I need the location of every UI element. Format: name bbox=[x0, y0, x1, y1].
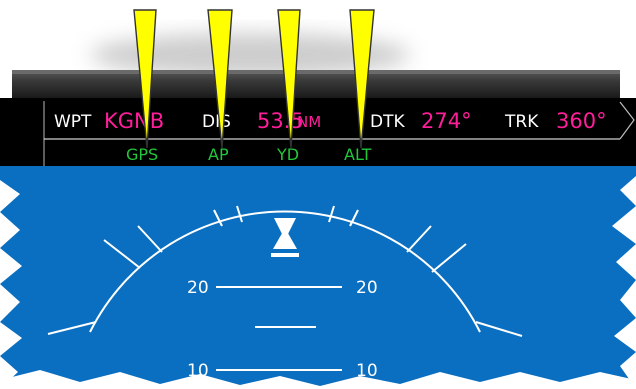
wpt-value: KGNB bbox=[104, 109, 164, 133]
pitch-label-left-20: 20 bbox=[187, 278, 209, 298]
nav-bar bbox=[0, 98, 636, 166]
wpt-label: WPT bbox=[54, 112, 92, 132]
trk-label: TRK bbox=[504, 112, 539, 132]
pitch-label-left-10: 10 bbox=[187, 361, 209, 381]
dtk-label: DTK bbox=[370, 112, 405, 132]
pitch-label-right-10: 10 bbox=[356, 361, 378, 381]
annunciator-gps: GPS bbox=[126, 145, 158, 164]
annunciator-yd: YD bbox=[276, 145, 299, 164]
bezel-highlight bbox=[12, 70, 620, 74]
pfd-screenshot: 20 20 10 10 WPT KGNB DIS 53.5 NM DTK 274… bbox=[0, 0, 636, 389]
pitch-label-right-20: 20 bbox=[356, 278, 378, 298]
pfd-drawing: 20 20 10 10 WPT KGNB DIS 53.5 NM DTK 274… bbox=[0, 9, 636, 389]
attitude-sky bbox=[0, 166, 636, 389]
dtk-value: 274° bbox=[421, 109, 472, 133]
trk-value: 360° bbox=[556, 109, 607, 133]
slip-skid-bar bbox=[271, 253, 299, 257]
annunciator-ap: AP bbox=[208, 145, 229, 164]
annunciator-alt: ALT bbox=[344, 145, 372, 164]
dis-unit: NM bbox=[297, 113, 321, 131]
display-bezel bbox=[12, 70, 620, 100]
dis-label: DIS bbox=[202, 112, 231, 132]
